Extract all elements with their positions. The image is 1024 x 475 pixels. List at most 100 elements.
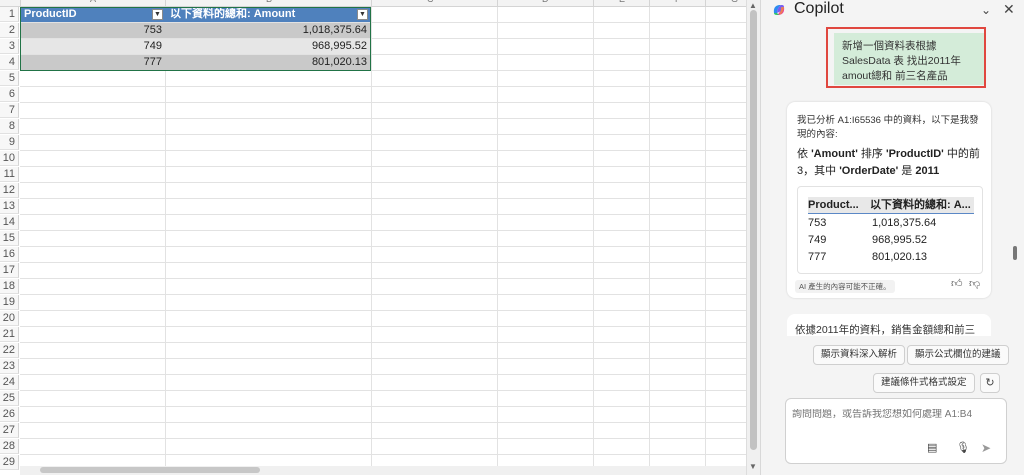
send-icon[interactable]: ➤ [981, 441, 991, 455]
grid-line [20, 150, 746, 151]
row-header[interactable]: 6 [0, 87, 19, 102]
scroll-down-icon[interactable]: ▼ [749, 462, 757, 471]
select-all-corner[interactable] [0, 0, 21, 6]
column-letter: B [266, 0, 272, 4]
row-header[interactable]: 17 [0, 263, 19, 278]
row-header[interactable]: 25 [0, 391, 19, 406]
column-letter: E [619, 0, 625, 4]
row-header[interactable]: 13 [0, 199, 19, 214]
table-cell[interactable]: 777 [20, 55, 166, 70]
thumbs-up-icon[interactable]: 👍︎ [951, 277, 963, 290]
microphone-icon[interactable]: 🎙︎ [956, 441, 970, 454]
row-header[interactable]: 11 [0, 167, 19, 182]
table-cell[interactable]: 968,995.52 [166, 39, 371, 54]
summary-keyword: 2011 [915, 165, 940, 177]
row-header[interactable]: 8 [0, 119, 19, 134]
column-header-b[interactable]: B [166, 0, 372, 6]
summary-text: 依 [797, 148, 812, 160]
grid-line [20, 390, 746, 391]
user-message-bubble: 新增一個資料表根據 SalesData 表 找出2011年 amout總和 前三… [834, 33, 984, 85]
suggestion-formula-columns-button[interactable]: 顯示公式欄位的建議 [907, 345, 1009, 365]
ai-table-cell: 968,995.52 [872, 234, 928, 246]
suggestion-conditional-format-button[interactable]: 建議條件式格式設定 [873, 373, 975, 393]
chat-input-box[interactable]: ▤ 🎙︎ ➤ [785, 398, 1007, 464]
grid-line [20, 214, 746, 215]
row-header[interactable]: 28 [0, 439, 19, 454]
table-header-productid[interactable]: ProductID ▼ [20, 7, 166, 22]
scroll-up-icon[interactable]: ▲ [749, 1, 757, 10]
grid-line [20, 374, 746, 375]
row-header[interactable]: 19 [0, 295, 19, 310]
copilot-pane: Copilot ⌄ ✕ 新增一個資料表根據 SalesData 表 找出2011… [760, 0, 1024, 475]
row-header[interactable]: 24 [0, 375, 19, 390]
column-letter: D [542, 0, 549, 4]
suggestion-data-insights-button[interactable]: 顯示資料深入解析 [813, 345, 906, 365]
summary-text: 是 [898, 165, 916, 177]
row-header[interactable]: 22 [0, 343, 19, 358]
column-header-c[interactable]: C [372, 0, 498, 6]
header-label: 以下資料的總和: Amount [170, 8, 296, 20]
row-header[interactable]: 20 [0, 311, 19, 326]
row-header[interactable]: 21 [0, 327, 19, 342]
row-header[interactable]: 29 [0, 455, 19, 470]
grid-line [371, 7, 372, 467]
grid-line [497, 7, 498, 467]
vertical-scroll-thumb[interactable] [750, 10, 757, 450]
ai-summary-text: 依 'Amount' 排序 'ProductID' 中的前 3，其中 'Orde… [797, 146, 987, 180]
row-header[interactable]: 14 [0, 215, 19, 230]
copilot-scrollbar[interactable] [1013, 30, 1017, 330]
chevron-down-icon[interactable]: ⌄ [981, 3, 991, 17]
grid-line [20, 278, 746, 279]
row-header[interactable]: 1 [0, 7, 19, 22]
table-cell[interactable]: 753 [20, 23, 166, 38]
ai-table-cell: 1,018,375.64 [872, 217, 937, 229]
column-header-a[interactable]: A [20, 0, 166, 6]
row-header[interactable]: 12 [0, 183, 19, 198]
ai-table-header: Product... [808, 197, 870, 214]
ai-result-table[interactable]: Product... 以下資料的總和: A... 753 1,018,375.6… [797, 186, 983, 274]
ai-response-card: 我已分析 A1:I65536 中的資料，以下是我發現的內容: 依 'Amount… [787, 102, 991, 298]
row-header[interactable]: 7 [0, 103, 19, 118]
row-header[interactable]: 9 [0, 135, 19, 150]
ai-table-header: 以下資料的總和: A... [870, 197, 974, 214]
column-header-f[interactable]: F [650, 0, 706, 6]
filter-dropdown-icon[interactable]: ▼ [357, 9, 368, 20]
column-header-g[interactable]: G [706, 0, 747, 6]
grid-line [20, 182, 746, 183]
refresh-icon[interactable]: ↻ [980, 373, 1000, 393]
row-header[interactable]: 10 [0, 151, 19, 166]
table-cell[interactable]: 801,020.13 [166, 55, 371, 70]
chat-input[interactable] [792, 409, 998, 420]
column-header-e[interactable]: E [594, 0, 650, 6]
column-header-d[interactable]: D [498, 0, 594, 6]
row-header[interactable]: 27 [0, 423, 19, 438]
grid-line [20, 134, 746, 135]
table-header-amount[interactable]: 以下資料的總和: Amount ▼ [166, 7, 371, 22]
grid-line [20, 86, 746, 87]
row-header[interactable]: 4 [0, 55, 19, 70]
copilot-header: Copilot ⌄ ✕ [761, 0, 1024, 22]
grid-line [20, 406, 746, 407]
row-header[interactable]: 18 [0, 279, 19, 294]
grid-line [20, 230, 746, 231]
table-cell[interactable]: 749 [20, 39, 166, 54]
prompt-guide-icon[interactable]: ▤ [927, 441, 937, 454]
row-header[interactable]: 5 [0, 71, 19, 86]
grid-line [649, 7, 650, 467]
table-cell[interactable]: 1,018,375.64 [166, 23, 371, 38]
thumbs-down-icon[interactable]: 👎︎ [969, 277, 980, 290]
row-header[interactable]: 15 [0, 231, 19, 246]
row-header[interactable]: 26 [0, 407, 19, 422]
close-icon[interactable]: ✕ [1003, 1, 1015, 18]
horizontal-scrollbar[interactable] [20, 466, 746, 475]
column-letter: C [427, 0, 434, 4]
filter-dropdown-icon[interactable]: ▼ [152, 9, 163, 20]
vertical-scrollbar[interactable]: ▲ ▼ [746, 0, 760, 475]
row-header[interactable]: 2 [0, 23, 19, 38]
summary-text: 排序 [857, 148, 886, 160]
row-header[interactable]: 3 [0, 39, 19, 54]
row-header[interactable]: 16 [0, 247, 19, 262]
row-header[interactable]: 23 [0, 359, 19, 374]
copilot-scroll-thumb[interactable] [1013, 246, 1017, 260]
horizontal-scroll-thumb[interactable] [40, 467, 260, 473]
